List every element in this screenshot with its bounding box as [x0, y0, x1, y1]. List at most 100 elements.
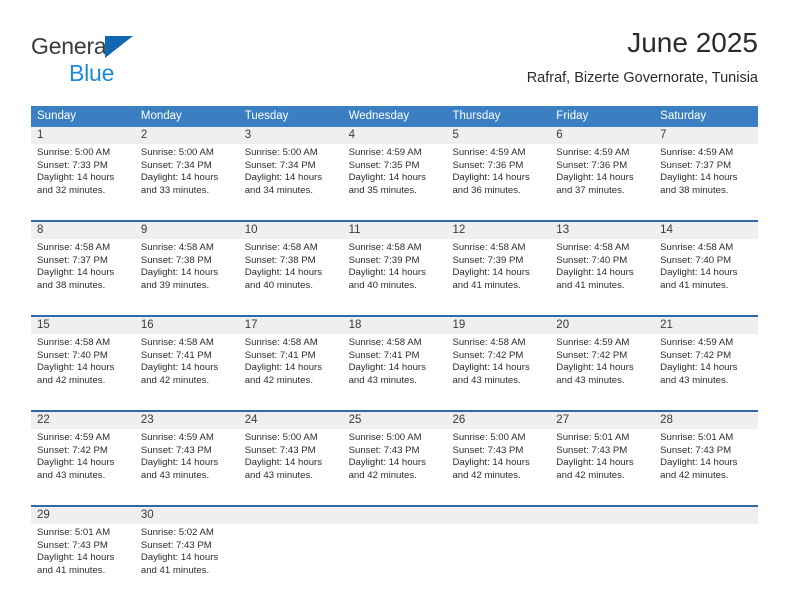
- day-daylight-line1-text: Daylight: 14 hours: [348, 172, 426, 184]
- calendar-day-cell[interactable]: 26 Sunrise: 5:00 AM Sunset: 7:43 PM Dayligh…: [446, 412, 550, 505]
- calendar-day-cell[interactable]: 4 Sunrise: 4:59 AM Sunset: 7:35 PM Daylight…: [343, 127, 447, 220]
- day-sun-info: Sunrise: 5:01 AM Sunset: 7:43 PM Daylight:…: [556, 432, 651, 482]
- day-number: 14: [660, 224, 673, 236]
- day-daylight-line2-text: and 41 minutes.: [37, 564, 106, 576]
- calendar-day-cell[interactable]: 22 Sunrise: 4:59 AM Sunset: 7:42 PM Dayligh…: [31, 412, 135, 505]
- calendar-day-cell[interactable]: 1 Sunrise: 5:00 AM Sunset: 7:33 PM Daylight…: [31, 127, 135, 220]
- calendar-day-cell-empty: [239, 507, 343, 600]
- calendar-day-cell[interactable]: 16 Sunrise: 4:58 AM Sunset: 7:41 PM Dayligh…: [135, 317, 239, 410]
- brand-logo[interactable]: General Blue: [31, 32, 231, 90]
- day-sunset-text: Sunset: 7:43 PM: [660, 444, 732, 456]
- calendar-day-cell[interactable]: 5 Sunrise: 4:59 AM Sunset: 7:36 PM Daylight…: [446, 127, 550, 220]
- calendar-day-cell[interactable]: 3 Sunrise: 5:00 AM Sunset: 7:34 PM Daylight…: [239, 127, 343, 220]
- day-sunrise-text: Sunrise: 4:58 AM: [452, 242, 526, 253]
- day-number: 19: [452, 319, 466, 331]
- day-sunset-text: Sunset: 7:39 PM: [452, 254, 524, 266]
- day-number: 28: [660, 414, 673, 426]
- day-daylight-line1-text: Daylight: 14 hours: [37, 267, 115, 279]
- calendar-day-cell[interactable]: 7 Sunrise: 4:59 AM Sunset: 7:37 PM Daylight…: [654, 127, 758, 220]
- calendar-day-cell[interactable]: 13 Sunrise: 4:58 AM Sunset: 7:40 PM Dayligh…: [550, 222, 654, 315]
- day-sun-info: Sunrise: 4:59 AM Sunset: 7:36 PM Daylight:…: [452, 147, 547, 197]
- calendar-day-cell[interactable]: 21 Sunrise: 4:59 AM Sunset: 7:42 PM Dayligh…: [654, 317, 758, 410]
- calendar-day-cell[interactable]: 9 Sunrise: 4:58 AM Sunset: 7:38 PM Daylight…: [135, 222, 239, 315]
- calendar-day-cell[interactable]: 29 Sunrise: 5:01 AM Sunset: 7:43 PM Dayligh…: [31, 507, 135, 600]
- calendar-day-cell[interactable]: 18 Sunrise: 4:58 AM Sunset: 7:41 PM Dayligh…: [343, 317, 447, 410]
- day-daylight-line1-text: Daylight: 14 hours: [452, 267, 530, 279]
- day-number: 23: [140, 414, 154, 426]
- calendar-day-cell[interactable]: 8 Sunrise: 4:58 AM Sunset: 7:37 PM Daylight…: [31, 222, 135, 315]
- calendar-day-cell[interactable]: 28 Sunrise: 5:01 AM Sunset: 7:43 PM Dayligh…: [654, 412, 758, 505]
- calendar-day-cell[interactable]: 30 Sunrise: 5:02 AM Sunset: 7:43 PM Dayligh…: [135, 507, 239, 600]
- calendar-day-cell[interactable]: 10 Sunrise: 4:58 AM Sunset: 7:38 PM Dayligh…: [239, 222, 343, 315]
- day-sunrise-text: Sunrise: 4:59 AM: [452, 147, 526, 158]
- calendar-day-cell[interactable]: 25 Sunrise: 5:00 AM Sunset: 7:43 PM Dayligh…: [343, 412, 447, 505]
- day-sunrise-text: Sunrise: 4:59 AM: [37, 432, 111, 443]
- calendar-day-cell-empty: [343, 507, 447, 600]
- day-sunrise-text: Sunrise: 4:58 AM: [452, 337, 526, 348]
- day-number: 4: [348, 129, 355, 141]
- day-daylight-line2-text: and 34 minutes.: [244, 184, 313, 196]
- calendar-day-cell[interactable]: 14 Sunrise: 4:58 AM Sunset: 7:40 PM Dayligh…: [654, 222, 758, 315]
- day-daylight-line1-text: Daylight: 14 hours: [244, 267, 323, 279]
- day-daylight-line2-text: and 43 minutes.: [348, 374, 417, 386]
- weekday-header-wednesday: Wednesday: [348, 110, 410, 122]
- day-sun-info: Sunrise: 5:02 AM Sunset: 7:43 PM Daylight:…: [141, 527, 236, 577]
- day-number: 26: [452, 414, 466, 426]
- day-sunrise-text: Sunrise: 5:01 AM: [660, 432, 734, 443]
- day-daylight-line2-text: and 33 minutes.: [140, 184, 210, 196]
- calendar-week-row: 15 Sunrise: 4:58 AM Sunset: 7:40 PM Dayligh…: [31, 315, 758, 410]
- day-sunset-text: Sunset: 7:42 PM: [452, 349, 524, 361]
- calendar-day-cell[interactable]: 27 Sunrise: 5:01 AM Sunset: 7:43 PM Dayligh…: [550, 412, 654, 505]
- calendar-day-cell[interactable]: 15 Sunrise: 4:58 AM Sunset: 7:40 PM Dayligh…: [31, 317, 135, 410]
- day-number: 25: [348, 414, 362, 426]
- day-daylight-line2-text: and 43 minutes.: [452, 374, 521, 386]
- calendar-day-cell[interactable]: 11 Sunrise: 4:58 AM Sunset: 7:39 PM Dayligh…: [343, 222, 447, 315]
- day-sun-info: Sunrise: 4:58 AM Sunset: 7:39 PM Daylight:…: [349, 242, 444, 292]
- calendar-day-cell[interactable]: 19 Sunrise: 4:58 AM Sunset: 7:42 PM Dayligh…: [446, 317, 550, 410]
- day-number: [349, 507, 444, 524]
- day-daylight-line2-text: and 43 minutes.: [37, 469, 106, 481]
- day-sun-info: Sunrise: 5:00 AM Sunset: 7:34 PM Daylight:…: [141, 147, 236, 197]
- calendar-day-cell[interactable]: 20 Sunrise: 4:59 AM Sunset: 7:42 PM Dayligh…: [550, 317, 654, 410]
- day-sunrise-text: Sunrise: 4:59 AM: [556, 147, 630, 158]
- day-sunrise-text: Sunrise: 5:00 AM: [244, 432, 318, 443]
- calendar-day-cell[interactable]: 2 Sunrise: 5:00 AM Sunset: 7:34 PM Daylight…: [135, 127, 239, 220]
- day-number: 8: [37, 224, 44, 236]
- calendar-week-row: 29 Sunrise: 5:01 AM Sunset: 7:43 PM Dayligh…: [31, 505, 758, 600]
- brand-name-blue: Blue: [69, 60, 115, 86]
- calendar-week-row: 1 Sunrise: 5:00 AM Sunset: 7:33 PM Daylight…: [31, 127, 758, 220]
- page-header: General Blue June 2025 Rafraf, Bizerte G…: [31, 26, 758, 98]
- day-sun-info: Sunrise: 4:59 AM Sunset: 7:36 PM Daylight:…: [556, 147, 651, 197]
- day-sunrise-text: Sunrise: 5:01 AM: [37, 527, 111, 538]
- calendar-day-cell[interactable]: 23 Sunrise: 4:59 AM Sunset: 7:43 PM Dayligh…: [135, 412, 239, 505]
- day-sunset-text: Sunset: 7:42 PM: [556, 349, 628, 361]
- day-sunset-text: Sunset: 7:43 PM: [556, 444, 628, 456]
- day-sunset-text: Sunset: 7:42 PM: [37, 444, 108, 456]
- calendar-day-cell[interactable]: 6 Sunrise: 4:59 AM Sunset: 7:36 PM Daylight…: [550, 127, 654, 220]
- day-daylight-line1-text: Daylight: 14 hours: [660, 457, 738, 469]
- day-sunrise-text: Sunrise: 4:58 AM: [244, 337, 318, 348]
- day-daylight-line1-text: Daylight: 14 hours: [140, 267, 219, 279]
- day-number: 9: [140, 224, 148, 236]
- day-sunrise-text: Sunrise: 4:58 AM: [37, 337, 111, 348]
- calendar-week-row: 22 Sunrise: 4:59 AM Sunset: 7:42 PM Dayligh…: [31, 410, 758, 505]
- day-number: 7: [660, 129, 667, 141]
- day-sunset-text: Sunset: 7:41 PM: [244, 349, 316, 361]
- day-sunrise-text: Sunrise: 4:59 AM: [348, 147, 422, 158]
- day-daylight-line2-text: and 42 minutes.: [140, 374, 210, 386]
- day-sun-info: Sunrise: 4:59 AM Sunset: 7:42 PM Daylight:…: [660, 337, 755, 387]
- day-daylight-line2-text: and 43 minutes.: [140, 469, 210, 481]
- day-number: 5: [452, 129, 459, 141]
- calendar-table: Sunday Monday Tuesday Wednesday Thursday Frid…: [31, 106, 758, 600]
- calendar-day-cell[interactable]: 12 Sunrise: 4:58 AM Sunset: 7:39 PM Dayligh…: [446, 222, 550, 315]
- day-daylight-line2-text: and 41 minutes.: [452, 279, 521, 291]
- day-sunset-text: Sunset: 7:40 PM: [556, 254, 628, 266]
- day-sunset-text: Sunset: 7:40 PM: [660, 254, 732, 266]
- day-sunset-text: Sunset: 7:43 PM: [348, 444, 420, 456]
- day-daylight-line1-text: Daylight: 14 hours: [556, 362, 634, 374]
- calendar-day-cell[interactable]: 24 Sunrise: 5:00 AM Sunset: 7:43 PM Dayligh…: [239, 412, 343, 505]
- day-sunrise-text: Sunrise: 4:58 AM: [140, 337, 214, 348]
- day-sun-info: Sunrise: 4:59 AM Sunset: 7:42 PM Daylight:…: [556, 337, 651, 387]
- day-daylight-line1-text: Daylight: 14 hours: [556, 457, 634, 469]
- calendar-day-cell[interactable]: 17 Sunrise: 4:58 AM Sunset: 7:41 PM Dayligh…: [239, 317, 343, 410]
